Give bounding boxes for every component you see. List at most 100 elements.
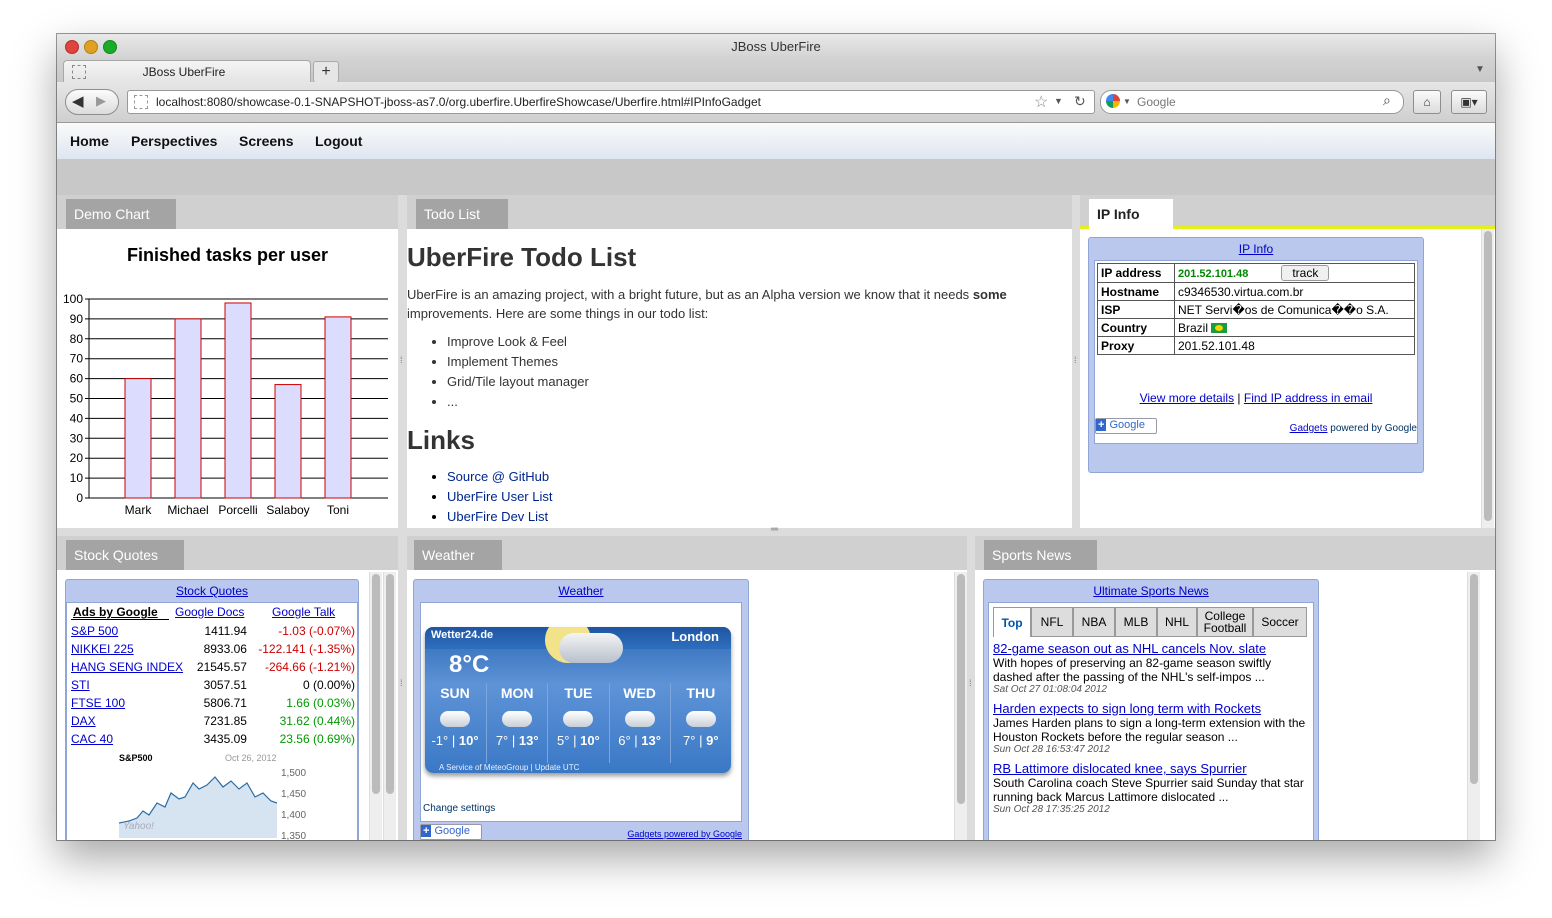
scrollbar-thumb[interactable] <box>1484 231 1492 521</box>
change-settings-link[interactable]: Change settings <box>423 803 495 814</box>
intro-text-2: improvements. Here are some things in ou… <box>407 306 709 321</box>
bar-mark[interactable] <box>124 378 152 499</box>
toolbar-spacer <box>57 159 1495 195</box>
scrollbar-thumb[interactable] <box>1470 574 1478 784</box>
stock-name-link[interactable]: HANG SENG INDEX <box>71 660 183 674</box>
row-label: ISP <box>1097 300 1175 319</box>
bar-michael[interactable] <box>174 318 202 499</box>
sports-tab-nhl[interactable]: NHL <box>1157 607 1197 637</box>
add-to-google-button[interactable]: + Google <box>420 824 482 840</box>
tab-list-chevron-icon[interactable]: ▼ <box>1475 64 1485 75</box>
gadget-title-link[interactable]: Ultimate Sports News <box>984 584 1318 598</box>
day-temps: 6° | 13° <box>610 733 670 748</box>
new-tab-button[interactable]: + <box>313 61 339 83</box>
add-to-google-button[interactable]: + Google <box>1095 418 1157 434</box>
sports-tab-top[interactable]: Top <box>993 607 1031 637</box>
google-docs-link[interactable]: Google Docs <box>175 605 244 619</box>
track-button[interactable]: track <box>1281 265 1330 281</box>
google-talk-link[interactable]: Google Talk <box>272 605 335 619</box>
sports-tab-nfl[interactable]: NFL <box>1031 607 1073 637</box>
row-value: NET Servi�os de Comunica��o S.A. <box>1174 300 1415 319</box>
stock-name-cell: DAX <box>69 712 185 730</box>
stock-name-link[interactable]: S&P 500 <box>71 624 118 638</box>
row-value: Brazil <box>1174 318 1415 337</box>
gadgets-link[interactable]: Gadgets <box>1290 423 1328 434</box>
row-value: 201.52.101.48 <box>1174 336 1415 355</box>
view-details-link[interactable]: View more details <box>1140 391 1235 405</box>
tab-demo-chart[interactable]: Demo Chart <box>66 199 176 229</box>
menu-perspectives[interactable]: Perspectives <box>131 133 217 149</box>
tab-ip-info[interactable]: IP Info <box>1089 199 1173 229</box>
panel-scrollbar[interactable] <box>1481 229 1494 528</box>
stock-name-link[interactable]: NIKKEI 225 <box>71 642 134 656</box>
star-icon[interactable]: ☆ <box>1034 92 1048 112</box>
home-icon[interactable]: ⌂ <box>1413 90 1441 114</box>
menu-screens[interactable]: Screens <box>239 133 293 149</box>
bar-salaboy[interactable] <box>274 384 302 499</box>
gadgets-powered-link[interactable]: Gadgets powered by Google <box>627 829 742 839</box>
stock-name-link[interactable]: FTSE 100 <box>71 696 125 710</box>
news-headline-link[interactable]: 82-game season out as NHL cancels Nov. s… <box>993 641 1309 656</box>
panel-scrollbar[interactable] <box>954 572 967 840</box>
stock-name-link[interactable]: STI <box>71 678 90 692</box>
browser-tab[interactable]: JBoss UberFire <box>63 60 311 83</box>
stock-name-link[interactable]: CAC 40 <box>71 732 113 746</box>
stock-change: -264.66 (-1.21%) <box>264 660 355 674</box>
bar-toni[interactable] <box>324 316 352 499</box>
x-tick-label: Salaboy <box>266 503 309 517</box>
news-headline-link[interactable]: RB Lattimore dislocated knee, says Spurr… <box>993 761 1309 776</box>
vertical-splitter[interactable]: ⁞ <box>398 536 407 840</box>
history-dropdown-icon[interactable]: ▼ <box>1054 96 1063 106</box>
sports-tab-mlb[interactable]: MLB <box>1115 607 1157 637</box>
vertical-splitter[interactable]: ⁞ <box>967 536 975 840</box>
sports-tab-soccer[interactable]: Soccer <box>1253 607 1307 637</box>
stock-quotes-gadget: Stock Quotes Ads by Google Google Docs G… <box>65 579 359 840</box>
find-ip-email-link[interactable]: Find IP address in email <box>1244 391 1373 405</box>
gadget-title-link[interactable]: Stock Quotes <box>66 584 358 598</box>
sports-tabs: Top NFL NBA MLB NHL College Football Soccer <box>993 607 1309 637</box>
reload-icon[interactable]: ↻ <box>1074 93 1086 110</box>
vertical-splitter[interactable]: ⁞ <box>398 195 407 528</box>
forward-icon[interactable]: ▶ <box>96 93 106 109</box>
tab-todo-list[interactable]: Todo List <box>416 199 508 229</box>
tab-stock-quotes[interactable]: Stock Quotes <box>66 540 184 570</box>
forecast-day: MON 7° | 13° <box>486 683 547 763</box>
panel-scrollbar[interactable] <box>369 572 382 840</box>
stock-price: 21545.57 <box>196 660 247 674</box>
stock-name-link[interactable]: DAX <box>71 714 96 728</box>
link-dev-list[interactable]: UberFire Dev List <box>447 509 548 524</box>
menu-home[interactable]: Home <box>70 133 109 149</box>
y-tick-label: 30 <box>70 431 84 445</box>
gadget-body: IP address 201.52.101.48 track Hostname c… <box>1094 260 1418 444</box>
gadget-title-link[interactable]: Weather <box>414 584 748 598</box>
vertical-splitter[interactable]: ⁞ <box>1072 195 1080 528</box>
horizontal-splitter[interactable]: ═ <box>57 524 1495 536</box>
menu-logout[interactable]: Logout <box>315 133 362 149</box>
ip-address-value[interactable]: 201.52.101.48 <box>1178 268 1278 280</box>
link-github[interactable]: Source @ GitHub <box>447 469 549 484</box>
search-engine-dropdown-icon[interactable]: ▼ <box>1123 97 1131 106</box>
panel-scrollbar[interactable] <box>1467 572 1480 840</box>
search-bar[interactable]: ▼ Google ⌕ <box>1100 90 1404 114</box>
tab-weather[interactable]: Weather <box>414 540 502 570</box>
scrollbar-thumb[interactable] <box>372 574 380 794</box>
ads-by-google[interactable]: Ads by Google <box>73 605 158 619</box>
news-headline-link[interactable]: Harden expects to sign long term with Ro… <box>993 701 1309 716</box>
sports-tab-nba[interactable]: NBA <box>1073 607 1115 637</box>
search-icon[interactable]: ⌕ <box>1383 92 1391 109</box>
scrollbar-thumb[interactable] <box>386 574 394 794</box>
back-icon[interactable]: ◀ <box>72 92 84 110</box>
tab-sports-news[interactable]: Sports News <box>984 540 1097 570</box>
table-row: CAC 40 3435.09 23.56 (0.69%) <box>69 730 357 748</box>
sports-tab-college-football[interactable]: College Football <box>1197 607 1253 637</box>
outer-scrollbar[interactable] <box>383 572 396 840</box>
bookmark-icon[interactable]: ▣▾ <box>1451 90 1487 114</box>
temp-separator: | <box>634 733 638 748</box>
bar-porcelli[interactable] <box>224 302 252 499</box>
link-user-list[interactable]: UberFire User List <box>447 489 552 504</box>
url-text: localhost:8080/showcase-0.1-SNAPSHOT-jbo… <box>156 95 761 109</box>
url-bar[interactable]: localhost:8080/showcase-0.1-SNAPSHOT-jbo… <box>127 90 1095 114</box>
scrollbar-thumb[interactable] <box>957 574 965 804</box>
browser-window: JBoss UberFire JBoss UberFire + ▼ ◀ ▶ lo… <box>57 34 1495 840</box>
gadget-title-link[interactable]: IP Info <box>1089 242 1423 256</box>
